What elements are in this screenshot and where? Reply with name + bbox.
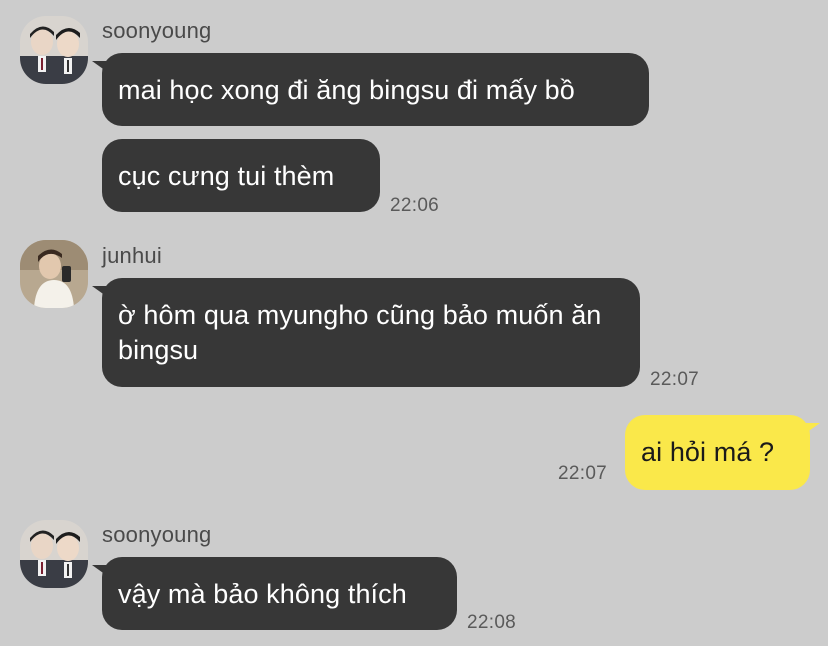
message-bubble[interactable]: vậy mà bảo không thích xyxy=(92,557,457,630)
message-bubble[interactable]: mai học xong đi ăng bingsu đi mấy bồ xyxy=(92,53,649,126)
sender-name: soonyoung xyxy=(102,18,212,43)
avatar-soonyoung[interactable] xyxy=(20,520,88,588)
sent-message-bubble[interactable]: ai hỏi má ? xyxy=(625,415,820,490)
avatar-soonyoung[interactable] xyxy=(20,16,88,84)
message-timestamp: 22:07 xyxy=(558,463,608,484)
message-bubble[interactable]: cục cưng tui thèm xyxy=(102,139,380,212)
message-timestamp: 22:06 xyxy=(390,195,440,216)
sender-name: junhui xyxy=(102,243,162,268)
message-bubble[interactable]: ờ hôm qua myungho cũng bảo muốn ăn bings… xyxy=(92,278,640,387)
message-timestamp: 22:07 xyxy=(650,369,700,390)
mirror-selfie-photo-icon xyxy=(20,240,88,308)
two-boys-photo-icon xyxy=(20,520,88,588)
message-timestamp: 22:08 xyxy=(467,612,517,633)
two-boys-photo-icon xyxy=(20,16,88,84)
avatar-junhui[interactable] xyxy=(20,240,88,308)
sender-name: soonyoung xyxy=(102,522,212,547)
